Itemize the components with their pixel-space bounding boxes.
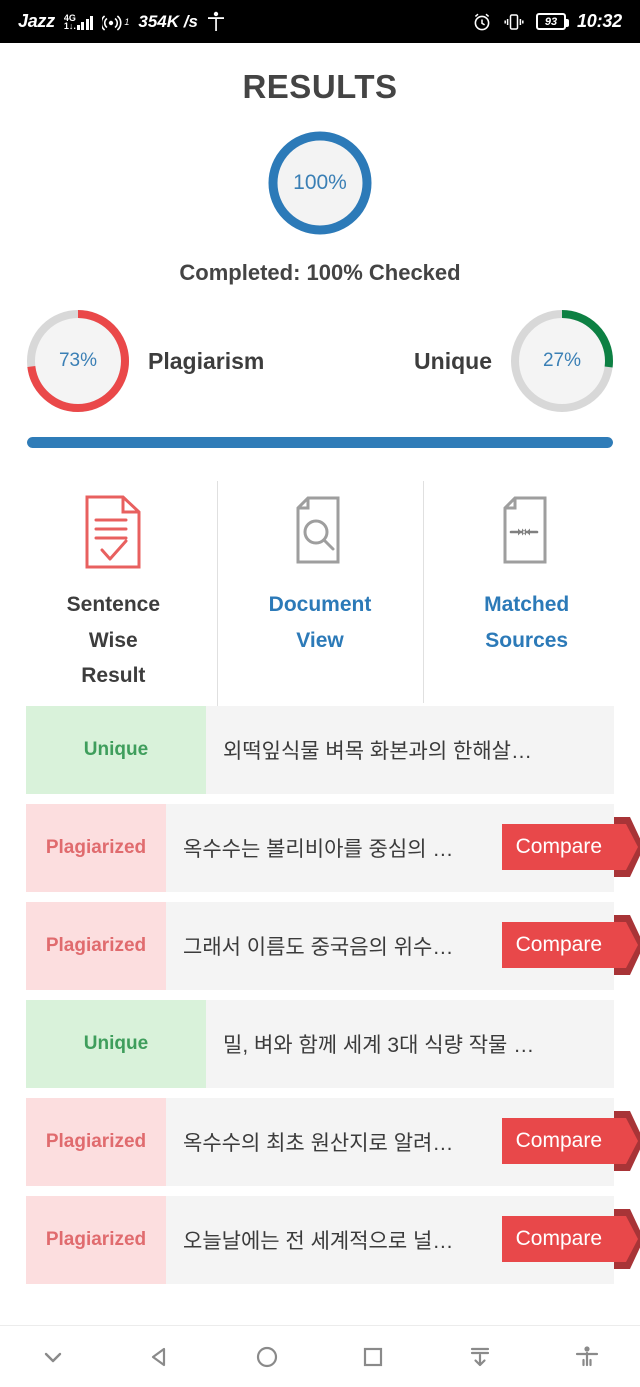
sentence-text: 외떡잎식물 벼목 화본과의 한해살… [206,706,614,795]
accessibility-person-icon[interactable] [552,1331,622,1383]
status-badge: Plagiarized [26,1098,166,1187]
unique-percent-label: 27% [542,350,582,371]
vibrate-icon [503,12,525,32]
status-badge: Unique [26,1000,206,1089]
recents-square-icon[interactable] [338,1331,408,1383]
tab-matched-sources[interactable]: Matched Sources [423,481,630,704]
overall-progress-section: 100% [0,127,640,239]
status-bar: Jazz 4G 1↓. 1 354K /s 93 10:32 [0,0,640,43]
plagiarism-percent-label: 73% [58,350,98,371]
score-gauges: 73% Plagiarism Unique 27% [0,305,640,417]
tab-sentence-wise-result[interactable]: Sentence Wise Result [10,481,217,694]
alarm-clock-icon [472,12,492,32]
status-badge: Plagiarized [26,1196,166,1285]
plagiarism-label: Plagiarism [148,347,265,374]
compare-button[interactable]: Compare [501,915,640,976]
unique-gauge-ring: 27% [506,305,618,417]
clock-label: 10:32 [576,11,622,31]
plagiarism-gauge-ring: 73% [22,305,134,417]
system-navigation-bar [0,1325,640,1387]
completed-status-label: Completed: 100% Checked [179,260,461,285]
overall-percent-label: 100% [293,171,347,194]
unique-label: Unique [414,347,492,374]
tab-document-view[interactable]: Document View [216,481,424,722]
document-check-icon [77,491,149,573]
network-sub-label: 1↓. [63,20,76,31]
status-badge: Unique [26,706,206,795]
tab-label-line: Sentence [66,593,161,616]
status-badge: Plagiarized [26,804,166,893]
status-badge: Plagiarized [26,902,166,991]
tab-label-line: View [296,628,344,652]
compare-button-label: Compare [501,824,614,871]
tab-document-view-label: Document View [269,587,372,658]
compare-arrow-icon [614,817,640,878]
compare-arrow-icon [614,915,640,976]
carrier-name: Jazz [18,11,55,31]
gauge-plagiarism: 73% Plagiarism [22,305,264,417]
compare-button-label: Compare [501,922,614,969]
status-bar-left: Jazz 4G 1↓. 1 354K /s [18,11,225,33]
result-row[interactable]: Plagiarized 오늘날에는 전 세계적으로 널… Compare [26,1196,640,1285]
page-title: RESULTS [242,68,398,105]
result-row[interactable]: Plagiarized 옥수수의 최초 원산지로 알려… Compare [26,1098,640,1187]
battery-level-label: 93 [544,15,558,28]
tab-matched-sources-label: Matched Sources [484,587,569,658]
view-tabs: Sentence Wise Result Document View Match… [0,481,640,722]
battery-icon: 93 [535,13,569,30]
scroll-down-icon[interactable] [445,1331,515,1383]
signal-strength-icon: 4G 1↓. [63,13,94,31]
scan-progress-bar [27,437,613,448]
chevron-down-icon[interactable] [18,1331,88,1383]
tab-label-line: Matched [484,593,570,616]
result-row[interactable]: Plagiarized 옥수수는 볼리비아를 중심의 … Compare [26,804,640,893]
document-arrows-icon [491,491,563,573]
result-row[interactable]: Unique 밀, 벼와 함께 세계 3대 식량 작물 … [26,1000,614,1089]
document-search-icon [284,491,356,573]
tab-label-line: Sources [485,628,569,652]
scan-progress-fill [27,437,613,448]
home-circle-icon[interactable] [232,1331,302,1383]
status-bar-right: 93 10:32 [472,11,622,32]
compare-button-label: Compare [501,1216,614,1263]
sentence-results-list: Unique 외떡잎식물 벼목 화본과의 한해살… Plagiarized 옥수수는 … [0,706,640,1285]
tab-label-line: Wise [88,628,138,652]
overall-progress-ring: 100% [264,127,376,239]
compare-arrow-icon [614,1209,640,1270]
compare-button[interactable]: Compare [501,817,640,878]
hotspot-count-label: 1 [124,16,130,27]
tab-sentence-wise-result-label: Sentence Wise Result [67,587,160,694]
data-rate-label: 354K /s [138,11,198,31]
compare-button[interactable]: Compare [501,1111,640,1172]
compare-arrow-icon [614,1111,640,1172]
compare-button-label: Compare [501,1118,614,1165]
sentence-text: 밀, 벼와 함께 세계 3대 식량 작물 … [206,1000,614,1089]
tab-label-line: Result [81,664,146,688]
progress-bar-container [0,437,640,448]
compare-button[interactable]: Compare [501,1209,640,1270]
result-row[interactable]: Plagiarized 그래서 이름도 중국음의 위수… Compare [26,902,640,991]
accessibility-person-icon [207,11,225,33]
back-triangle-icon[interactable] [125,1331,195,1383]
hotspot-icon: 1 [102,12,129,32]
gauge-unique: Unique 27% [414,305,618,417]
result-row[interactable]: Unique 외떡잎식물 벼목 화본과의 한해살… [26,706,614,795]
tab-label-line: Document [268,593,372,616]
